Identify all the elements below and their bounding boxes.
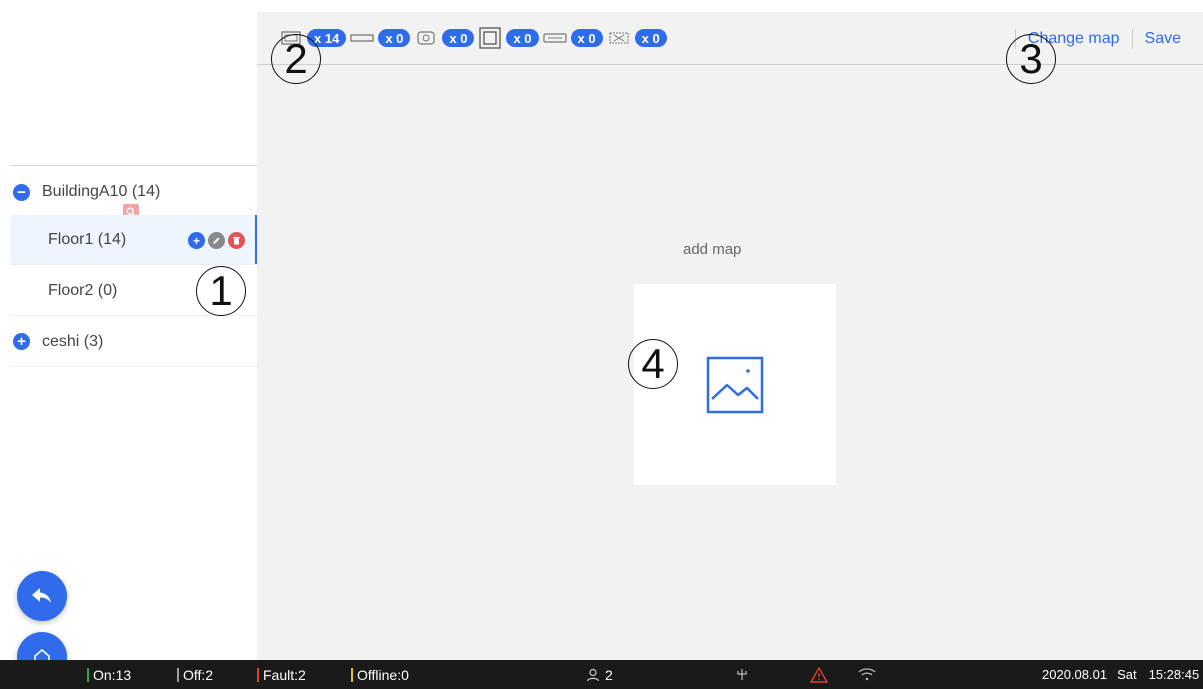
tree-node-ceshi[interactable]: + ceshi (3) — [10, 317, 257, 367]
image-icon — [706, 356, 764, 413]
status-offline-indicator — [351, 668, 353, 682]
delete-icon[interactable] — [228, 232, 245, 249]
status-fault-label: Fault:2 — [263, 667, 306, 683]
edit-icon[interactable] — [208, 232, 225, 249]
callout-marker: 4 — [628, 339, 678, 389]
warning-icon[interactable] — [810, 667, 828, 683]
antenna-icon — [736, 667, 748, 681]
collapse-icon[interactable]: − — [13, 183, 30, 201]
add-map-label: add map — [683, 241, 742, 258]
linear-light-icon[interactable] — [542, 30, 567, 46]
status-off-indicator — [177, 668, 179, 682]
callout-marker: 1 — [196, 266, 246, 316]
tree-node-label: Floor1 (14) — [48, 230, 127, 248]
status-fault: Fault:2 — [257, 667, 306, 683]
device-count-badge: x 0 — [378, 29, 411, 47]
user-count: 2 — [586, 667, 613, 683]
add-icon[interactable]: + — [188, 232, 205, 249]
user-icon — [586, 668, 600, 682]
expand-icon[interactable]: + — [13, 333, 30, 350]
emergency-light-icon[interactable] — [607, 30, 631, 46]
device-count-badge: x 0 — [442, 29, 475, 47]
time-label: 15:28:45 — [1148, 667, 1200, 682]
device-count-badge: x 0 — [506, 29, 539, 47]
status-offline-label: Offline:0 — [357, 667, 409, 683]
status-offline: Offline:0 — [351, 667, 409, 683]
device-toolbar: x 14 x 0 x 0 x 0 x 0 x 0 Change map Save — [257, 12, 1203, 65]
tree-node-floor1[interactable]: Floor1 (14) + — [10, 215, 257, 265]
device-filter-group: x 14 x 0 x 0 x 0 x 0 x 0 — [279, 27, 667, 49]
tree-node-label: BuildingA10 (14) — [42, 183, 161, 200]
tree-node-label: ceshi (3) — [42, 332, 104, 350]
date-label: 2020.08.01 — [1042, 667, 1108, 682]
device-count-badge: x 0 — [634, 29, 667, 47]
datetime: 2020.08.01 Sat 15:28:45 — [1042, 667, 1199, 682]
status-on-label: On:13 — [93, 667, 132, 683]
status-on-indicator — [87, 668, 89, 682]
wifi-icon[interactable] — [858, 667, 876, 681]
strip-light-icon[interactable] — [350, 30, 374, 46]
device-count-badge: x 0 — [570, 29, 603, 47]
callout-marker: 3 — [1006, 34, 1056, 84]
user-count-label: 2 — [605, 667, 613, 683]
square-panel-icon[interactable] — [478, 27, 502, 49]
status-fault-indicator — [257, 668, 259, 682]
sensor-device-icon[interactable] — [414, 30, 438, 46]
tree-node-label: Floor2 (0) — [48, 281, 118, 299]
status-on: On:13 — [87, 667, 131, 683]
toolbar-divider — [1131, 29, 1133, 49]
back-button[interactable] — [17, 571, 67, 621]
back-arrow-icon — [32, 588, 51, 603]
day-label: Sat — [1117, 667, 1137, 682]
status-off-label: Off:2 — [183, 667, 214, 683]
callout-marker: 2 — [271, 34, 321, 84]
save-button[interactable]: Save — [1145, 30, 1181, 48]
sidebar: − BuildingA10 (14) Floor1 (14) + Floor2 … — [0, 0, 257, 660]
status-bar: On:13 Off:2 Fault:2 Offline:0 2 2020.08.… — [0, 660, 1203, 689]
status-off: Off:2 — [177, 667, 213, 683]
map-panel: x 14 x 0 x 0 x 0 x 0 x 0 Change map Save… — [257, 12, 1203, 660]
floor-actions: + — [188, 232, 245, 249]
